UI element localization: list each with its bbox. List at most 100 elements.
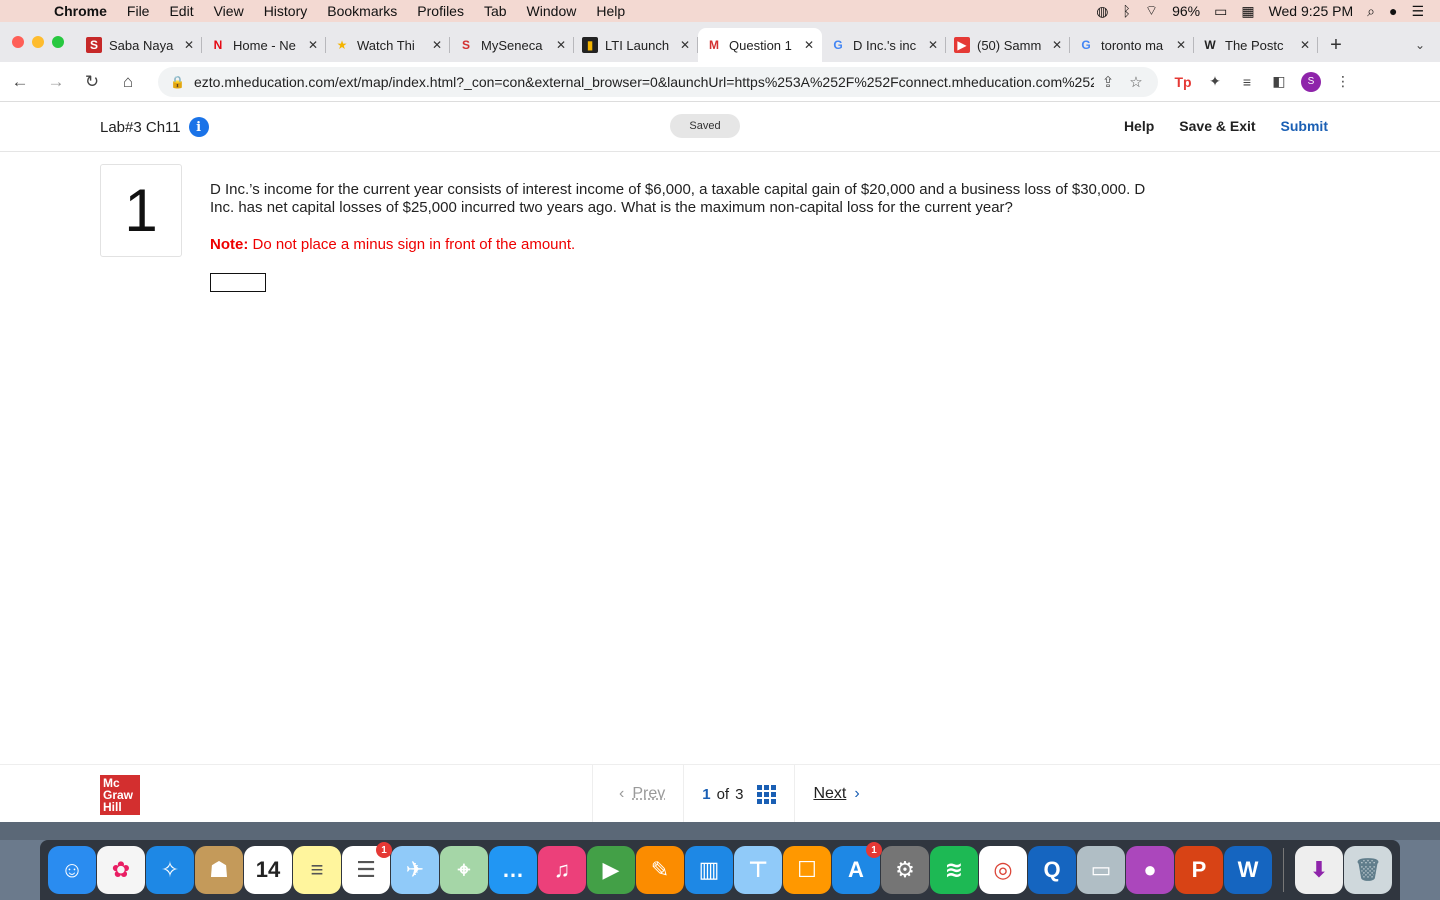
zoom-window-button[interactable]	[52, 36, 64, 48]
minimize-window-button[interactable]	[32, 36, 44, 48]
battery-icon[interactable]: ▭	[1214, 3, 1227, 20]
bluetooth-icon[interactable]: ᛒ	[1122, 3, 1130, 19]
tab-close-icon[interactable]: ✕	[432, 38, 442, 52]
question-grid-icon[interactable]	[757, 784, 777, 804]
home-button[interactable]: ⌂	[112, 66, 144, 98]
browser-tab-9[interactable]: Gtoronto ma ✕	[1070, 28, 1194, 62]
browser-tab-4[interactable]: S MySeneca ✕	[450, 28, 574, 62]
dock-settings-icon[interactable]: ⚙	[881, 846, 929, 894]
dock-numbers-icon[interactable]: ▥	[685, 846, 733, 894]
dock-trash-icon[interactable]: 🗑	[1344, 846, 1392, 894]
browser-tab-5[interactable]: ▮ LTI Launch ✕	[574, 28, 698, 62]
lock-icon[interactable]: 🔒	[170, 75, 186, 89]
dock-notes-icon[interactable]: ≡	[293, 846, 341, 894]
prev-button[interactable]: ‹ Prev	[592, 765, 683, 823]
dock-chrome-icon[interactable]: ◎	[979, 846, 1027, 894]
browser-tab-8[interactable]: ▶ (50) Samm ✕	[946, 28, 1070, 62]
battery-percentage[interactable]: 96%	[1172, 3, 1200, 19]
answer-input[interactable]	[210, 273, 266, 292]
browser-menu-icon[interactable]: ⋮	[1330, 69, 1356, 95]
dock-spotify-icon[interactable]: ≋	[930, 846, 978, 894]
dock-contacts-icon[interactable]: ☗	[195, 846, 243, 894]
menu-view[interactable]: View	[204, 0, 254, 22]
back-button[interactable]: ←	[4, 66, 36, 98]
question-number: 1	[100, 164, 182, 257]
info-icon[interactable]: i	[188, 117, 209, 137]
dock-downloads-icon[interactable]: ⬇	[1295, 846, 1343, 894]
reload-button[interactable]: ↻	[76, 66, 108, 98]
wifi-icon[interactable]: ⌔	[1145, 2, 1158, 20]
dock-preview-icon[interactable]: ✈	[391, 846, 439, 894]
dock-finder-icon[interactable]: ☺	[48, 846, 96, 894]
browser-tab-7[interactable]: G D Inc.'s inc ✕	[822, 28, 946, 62]
calendar-status-icon[interactable]: ▦	[1241, 3, 1254, 20]
tab-favicon-icon: N	[213, 38, 223, 52]
dock-word-icon[interactable]: W	[1224, 846, 1272, 894]
dock-calendar-icon[interactable]: 14	[244, 846, 292, 894]
dock-photos-icon[interactable]: ✿	[97, 846, 145, 894]
dock-appstore-icon[interactable]: A1	[832, 842, 882, 894]
menu-tab[interactable]: Tab	[474, 0, 517, 22]
spotlight-search-icon[interactable]: ⌕	[1367, 3, 1375, 20]
forward-button[interactable]: →	[40, 66, 72, 98]
question-note: Note: Do not place a minus sign in front…	[210, 236, 575, 253]
next-button[interactable]: Next ›	[794, 765, 885, 823]
submit-button[interactable]: Submit	[1281, 118, 1328, 134]
help-button[interactable]: Help	[1124, 118, 1154, 134]
dock-messages-icon[interactable]: …	[489, 846, 537, 894]
globe-icon[interactable]: ◍	[1096, 3, 1108, 20]
dock-books-icon[interactable]: ☐	[783, 846, 831, 894]
menu-help[interactable]: Help	[586, 0, 635, 22]
dock-reminders-icon[interactable]: ☰ 1	[342, 842, 392, 894]
tab-close-icon[interactable]: ✕	[556, 38, 566, 52]
tab-close-icon[interactable]: ✕	[308, 38, 318, 52]
tab-close-icon[interactable]: ✕	[1052, 38, 1062, 52]
dock-powerpoint-icon[interactable]: P	[1175, 846, 1223, 894]
browser-tab-2[interactable]: N Home - Ne ✕	[202, 28, 326, 62]
dock-facetime-icon[interactable]: ▶	[587, 846, 635, 894]
tab-close-icon[interactable]: ✕	[1300, 38, 1310, 52]
menu-app-name[interactable]: Chrome	[52, 0, 117, 22]
dock-keynote-icon[interactable]: ⊤	[734, 846, 782, 894]
browser-tab-6[interactable]: M Question 1 ✕	[698, 28, 822, 62]
dock-photos-2-icon[interactable]: ▭	[1077, 846, 1125, 894]
dock-music-icon[interactable]: ♫	[538, 846, 586, 894]
close-window-button[interactable]	[12, 36, 24, 48]
menubar-clock[interactable]: Wed 9:25 PM	[1269, 3, 1354, 19]
dock-maps-icon[interactable]: ⌖	[440, 846, 488, 894]
tp-extension-icon[interactable]: Tp	[1170, 69, 1196, 95]
tab-close-icon[interactable]: ✕	[804, 38, 814, 52]
menu-window[interactable]: Window	[517, 0, 587, 22]
side-panel-icon[interactable]: ◧	[1266, 69, 1292, 95]
dock-pages-icon[interactable]: ✎	[636, 846, 684, 894]
menu-bookmarks[interactable]: Bookmarks	[317, 0, 407, 22]
tab-close-icon[interactable]: ✕	[680, 38, 690, 52]
tab-close-icon[interactable]: ✕	[928, 38, 938, 52]
bookmark-star-icon[interactable]: ☆	[1122, 73, 1150, 91]
save-exit-button[interactable]: Save & Exit	[1179, 118, 1255, 134]
menu-profiles[interactable]: Profiles	[407, 0, 474, 22]
menu-history[interactable]: History	[254, 0, 318, 22]
dock-safari-icon[interactable]: ✧	[146, 846, 194, 894]
browser-tab-10[interactable]: W The Postc ✕	[1194, 28, 1318, 62]
profile-avatar[interactable]: S	[1298, 69, 1324, 95]
menu-edit[interactable]: Edit	[159, 0, 203, 22]
menu-file[interactable]: File	[117, 0, 160, 22]
dock-quicktime-icon[interactable]: Q	[1028, 846, 1076, 894]
browser-tab-1[interactable]: S Saba Naya ✕	[78, 28, 202, 62]
tab-close-icon[interactable]: ✕	[184, 38, 194, 52]
question-counter[interactable]: 1 of 3	[683, 765, 794, 823]
new-tab-button[interactable]: +	[1318, 28, 1354, 62]
tab-search-chevron-icon[interactable]: ⌄	[1400, 28, 1440, 62]
browser-tab-3[interactable]: ★ Watch Thi ✕	[326, 28, 450, 62]
address-url[interactable]: ezto.mheducation.com/ext/map/index.html?…	[194, 74, 1094, 90]
address-bar[interactable]: 🔒 ezto.mheducation.com/ext/map/index.htm…	[158, 66, 1158, 97]
tab-close-icon[interactable]: ✕	[1176, 38, 1186, 52]
extensions-puzzle-icon[interactable]: ✦	[1202, 69, 1228, 95]
reading-list-icon[interactable]: ≡	[1234, 69, 1260, 95]
siri-icon[interactable]: ●	[1389, 3, 1397, 19]
dock-colorpicker-icon[interactable]: ●	[1126, 846, 1174, 894]
control-center-icon[interactable]: ☰	[1411, 3, 1424, 20]
tab-favicon-icon: S	[86, 37, 102, 53]
share-icon[interactable]: ⇪	[1094, 73, 1122, 91]
